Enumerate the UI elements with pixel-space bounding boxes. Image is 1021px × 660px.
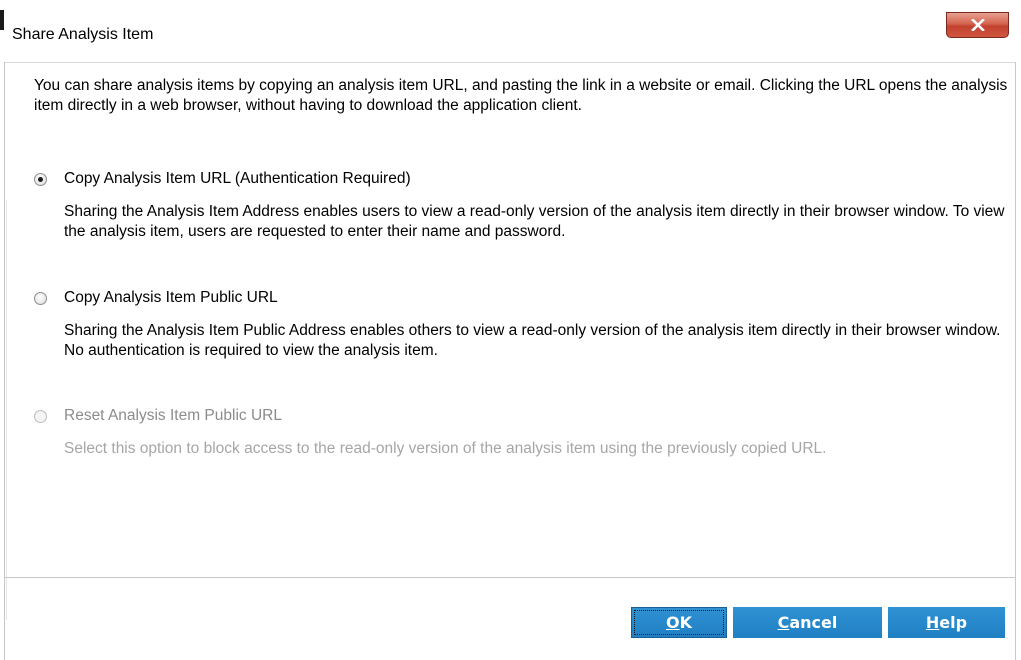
ok-button[interactable]: OK <box>631 607 727 638</box>
window-title: Share Analysis Item <box>12 26 154 43</box>
option-row[interactable]: Copy Analysis Item Public URL <box>34 289 1009 307</box>
option-label[interactable]: Copy Analysis Item URL (Authentication R… <box>64 170 411 188</box>
close-icon <box>970 19 985 31</box>
help-mnemonic: H <box>925 613 940 632</box>
option-row: Reset Analysis Item Public URL <box>34 407 1009 425</box>
option-label: Reset Analysis Item Public URL <box>64 407 282 424</box>
cancel-label-rest: ancel <box>789 613 838 632</box>
left-inner-border <box>6 200 7 620</box>
cancel-mnemonic: C <box>777 613 790 632</box>
footer-separator <box>4 577 1016 578</box>
content-top-border <box>4 62 1016 63</box>
option-public-url: Copy Analysis Item Public URL Sharing th… <box>34 289 1009 361</box>
ok-mnemonic: O <box>665 613 680 632</box>
option-description: Select this option to block access to th… <box>64 440 827 457</box>
close-button[interactable] <box>946 12 1009 38</box>
share-analysis-item-dialog: Share Analysis Item You can share analys… <box>0 0 1021 660</box>
help-label-rest: elp <box>939 613 968 632</box>
right-border <box>1015 62 1016 660</box>
option-description: Sharing the Analysis Item Address enable… <box>64 203 1005 240</box>
option-label[interactable]: Copy Analysis Item Public URL <box>64 289 278 307</box>
title-bar[interactable]: Share Analysis Item <box>0 0 1021 62</box>
help-button[interactable]: Help <box>888 607 1005 638</box>
option-reset-public-url: Reset Analysis Item Public URL Select th… <box>34 407 1009 459</box>
left-border <box>4 62 5 660</box>
intro-text: You can share analysis items by copying … <box>34 77 1008 114</box>
radio-reset-public-url <box>34 409 47 423</box>
ok-label-rest: K <box>679 613 692 632</box>
option-authenticated-url: Copy Analysis Item URL (Authentication R… <box>34 170 1009 242</box>
option-description: Sharing the Analysis Item Public Address… <box>64 322 1001 359</box>
radio-public-url[interactable] <box>34 291 47 305</box>
radio-authenticated-url[interactable] <box>34 172 47 186</box>
title-accent-mark <box>0 10 4 30</box>
cancel-button[interactable]: Cancel <box>733 607 882 638</box>
option-row[interactable]: Copy Analysis Item URL (Authentication R… <box>34 170 1009 188</box>
